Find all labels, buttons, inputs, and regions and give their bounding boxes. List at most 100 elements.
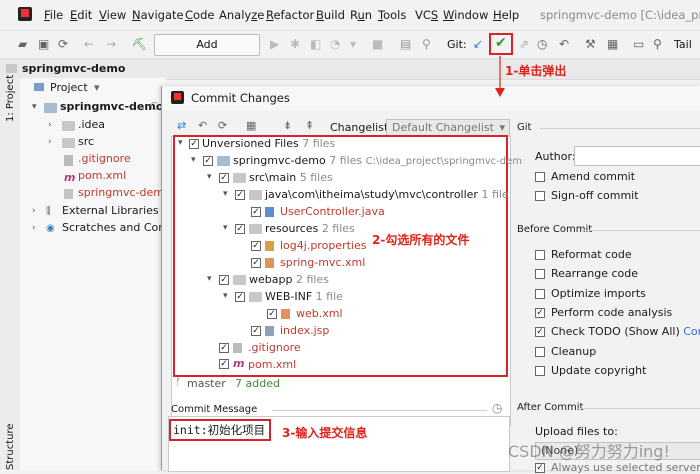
checkbox-always-use-server[interactable]: ✓	[535, 463, 545, 473]
tree-srcmain[interactable]: src\main 5 files	[249, 171, 333, 184]
git-update-icon[interactable]: ↙	[473, 37, 483, 51]
checkbox-cleanup[interactable]	[535, 347, 545, 357]
collapse-arrow-icon[interactable]: ›	[48, 120, 52, 130]
menu-refactor[interactable]: Refactor	[266, 8, 314, 22]
stop-icon[interactable]: ■	[372, 37, 383, 51]
open-folder-icon[interactable]: ▰	[18, 37, 27, 51]
menu-edit[interactable]: Edit	[70, 8, 92, 22]
sync-icon[interactable]: ⟳	[218, 119, 227, 132]
collapse-arrow-icon[interactable]: ›	[32, 206, 36, 216]
checkbox-index-jsp[interactable]: ✓	[251, 326, 261, 336]
rollback-icon[interactable]: ↶	[198, 119, 207, 132]
checkbox-rearrange[interactable]	[535, 269, 545, 279]
commit-message-input[interactable]: init:初始化项目	[173, 422, 265, 438]
tail-label[interactable]: Tail	[674, 38, 692, 51]
checkbox-user-controller[interactable]: ✓	[251, 207, 261, 217]
tree-webinf[interactable]: WEB-INF 1 file	[265, 290, 343, 303]
checkbox-copyright[interactable]	[535, 366, 545, 376]
expand-arrow-icon[interactable]: ▾	[191, 155, 196, 165]
expand-arrow-icon[interactable]: ▾	[32, 102, 37, 112]
menu-build[interactable]: Build	[316, 8, 345, 22]
expand-arrow-icon[interactable]: ▾	[207, 274, 212, 284]
history-icon[interactable]: ◷	[537, 37, 547, 51]
save-icon[interactable]: ▣	[38, 37, 49, 51]
tree-resources[interactable]: resources 2 files	[265, 222, 355, 235]
checkbox-log4j[interactable]: ✓	[251, 241, 261, 251]
tree-log4j[interactable]: log4j.properties	[280, 239, 366, 252]
tree-java-package[interactable]: java\com\itheima\study\mvc\controller 1 …	[265, 188, 509, 201]
checkbox-srcmain[interactable]: ✓	[219, 173, 229, 183]
history-icon[interactable]: ◷	[492, 401, 502, 415]
tree-pom-xml[interactable]: pom.xml	[248, 358, 296, 371]
checkbox-gitignore[interactable]: ✓	[219, 343, 229, 353]
expand-arrow-icon[interactable]: ▾	[207, 172, 212, 182]
checkbox-spring-mvc[interactable]: ✓	[251, 258, 261, 268]
rollback-icon[interactable]: ↶	[559, 37, 569, 51]
tree-index-jsp[interactable]: index.jsp	[280, 324, 329, 337]
group-by-icon[interactable]: ▦	[246, 119, 256, 132]
search-icon[interactable]: ⚲	[653, 37, 662, 51]
menu-help[interactable]: Help	[493, 8, 519, 22]
tree-user-controller[interactable]: UserController.java	[280, 205, 385, 218]
tree-gitignore[interactable]: .gitignore	[248, 341, 301, 354]
search-structure-icon[interactable]: ⚲	[422, 37, 431, 51]
project-name[interactable]: springmvc-demo	[22, 62, 125, 75]
checkbox-module[interactable]: ✓	[203, 156, 213, 166]
run-icon[interactable]: ▶	[270, 37, 279, 51]
menu-tools[interactable]: Tools	[378, 8, 406, 22]
collapse-all-icon[interactable]: ⇞	[305, 119, 314, 132]
checkbox-webinf[interactable]: ✓	[235, 292, 245, 302]
git-commit-button[interactable]: ✔	[489, 33, 513, 55]
coverage-icon[interactable]: ◧	[310, 37, 321, 51]
project-item-gitignore[interactable]: .gitignore	[78, 152, 131, 165]
expand-arrow-icon[interactable]: ▾	[223, 189, 228, 199]
checkbox-pom-xml[interactable]: ✓	[219, 359, 229, 369]
debug-icon[interactable]: ✱	[290, 37, 300, 51]
checkbox-reformat[interactable]	[535, 250, 545, 260]
project-header-dropdown[interactable]: ▾	[94, 81, 100, 94]
checkbox-amend[interactable]	[535, 172, 545, 182]
checkbox-todo[interactable]: ✓	[535, 327, 545, 337]
sync-icon[interactable]: ⟳	[58, 37, 68, 51]
checkbox-resources[interactable]: ✓	[235, 224, 245, 234]
build-hammer-icon[interactable]: ⛏	[132, 37, 147, 51]
project-root[interactable]: springmvc-demo	[60, 100, 163, 113]
configure-link[interactable]: Configu	[683, 325, 700, 338]
expand-arrow-icon[interactable]: ▾	[178, 138, 183, 148]
project-item-pom[interactable]: pom.xml	[78, 169, 126, 182]
run-dropdown-icon[interactable]: ▾	[350, 37, 356, 51]
refresh-changes-icon[interactable]: ⇄	[177, 119, 186, 132]
menu-vcs[interactable]: VCS	[415, 8, 438, 22]
project-item-external-libraries[interactable]: External Libraries	[62, 204, 159, 217]
structure-tool-tab[interactable]: Structure	[5, 423, 16, 470]
add-configuration-button[interactable]: Add Configuration...	[154, 34, 260, 71]
forward-icon[interactable]: →	[106, 37, 116, 51]
menu-file[interactable]: File	[44, 8, 63, 22]
settings-wrench-icon[interactable]: ⚒	[585, 37, 596, 51]
project-item-idea[interactable]: .idea	[78, 118, 105, 131]
back-icon[interactable]: ←	[84, 37, 94, 51]
checkbox-signoff[interactable]	[535, 191, 545, 201]
tree-unversioned-files[interactable]: Unversioned Files 7 files	[202, 137, 335, 150]
menu-navigate[interactable]: Navigate	[132, 8, 184, 22]
project-item-iml[interactable]: springmvc-demo.	[78, 186, 174, 199]
checkbox-web-xml[interactable]: ✓	[267, 309, 277, 319]
project-structure-icon[interactable]: ▦	[607, 37, 618, 51]
collapse-arrow-icon[interactable]: ›	[48, 137, 52, 147]
tree-web-xml[interactable]: web.xml	[296, 307, 343, 320]
checkbox-analysis[interactable]: ✓	[535, 308, 545, 318]
tree-module[interactable]: springmvc-demo 7 files C:\idea_project\s…	[233, 154, 522, 167]
menu-analyze[interactable]: Analyze	[219, 8, 264, 22]
checkbox-webapp[interactable]: ✓	[219, 275, 229, 285]
menu-view[interactable]: View	[99, 8, 126, 22]
project-item-src[interactable]: src	[78, 135, 94, 148]
git-push-icon[interactable]: ⇗	[519, 37, 529, 51]
author-input[interactable]	[574, 146, 700, 166]
checkbox-java-pkg[interactable]: ✓	[235, 190, 245, 200]
tree-webapp[interactable]: webapp 2 files	[249, 273, 329, 286]
expand-all-icon[interactable]: ⇟	[283, 119, 292, 132]
menu-run[interactable]: Run	[350, 8, 372, 22]
terminal-icon[interactable]: ▭	[633, 37, 644, 51]
menu-code[interactable]: Code	[185, 8, 214, 22]
checkbox-optimize[interactable]	[535, 289, 545, 299]
